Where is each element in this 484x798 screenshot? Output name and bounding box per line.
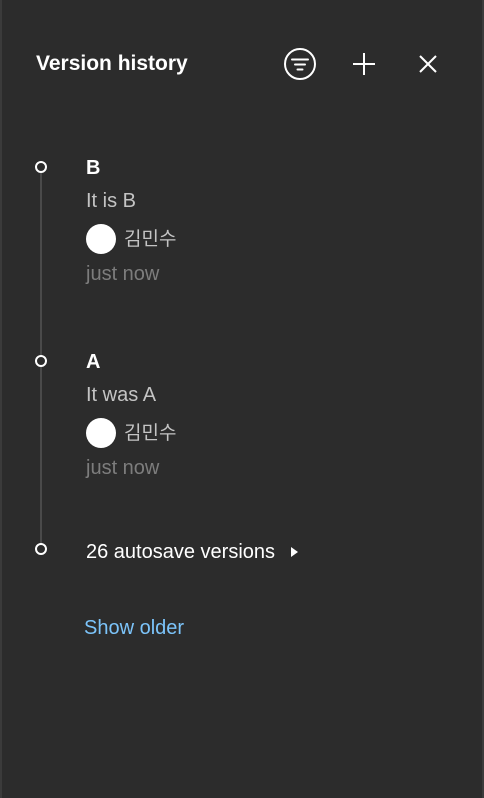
filter-icon [284,48,316,80]
avatar [86,224,116,254]
autosave-versions-toggle[interactable]: 26 autosave versions [86,540,299,564]
version-name: B [86,157,101,179]
timeline-dot [35,543,47,555]
version-timestamp: just now [86,263,160,285]
close-button[interactable] [410,46,446,82]
plus-icon [353,53,375,75]
caret-right-icon [291,547,299,557]
version-author: 김민수 [86,417,446,449]
add-version-button[interactable] [346,46,382,82]
version-item-b[interactable]: B It is B 김민수 just now [86,156,446,286]
version-history-panel: Version history B It is B 김민수 just now A… [0,0,484,798]
close-icon [419,55,437,73]
author-name: 김민수 [124,422,177,444]
panel-header: Version history [2,0,482,128]
version-item-a[interactable]: A It was A 김민수 just now [86,350,446,480]
show-older-link[interactable]: Show older [84,616,184,640]
author-name: 김민수 [124,228,177,250]
version-timestamp: just now [86,457,160,479]
autosave-label: 26 autosave versions [86,541,276,563]
timeline-dot [35,355,47,367]
timeline-dot [35,161,47,173]
version-name: A [86,351,101,373]
panel-title: Version history [36,52,188,75]
version-author: 김민수 [86,223,446,255]
version-description: It is B [86,190,137,212]
version-description: It was A [86,384,157,406]
filter-button[interactable] [282,46,318,82]
avatar [86,418,116,448]
